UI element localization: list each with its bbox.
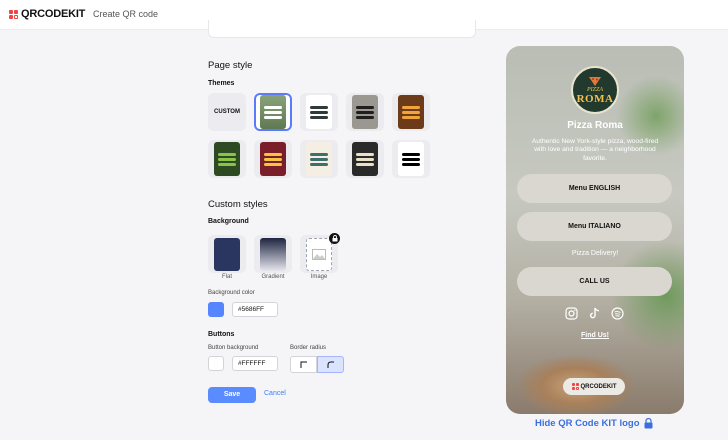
background-image-option[interactable] xyxy=(300,233,340,273)
qr-logo-icon xyxy=(9,9,18,19)
restaurant-logo: PIZZA ROMA xyxy=(571,66,619,114)
theme-thumbnail xyxy=(260,95,286,129)
lock-icon xyxy=(644,418,652,429)
theme-4[interactable] xyxy=(392,93,430,131)
logo-big-text: ROMA xyxy=(576,92,614,105)
theme-thumbnail xyxy=(260,142,286,176)
tiktok-icon[interactable] xyxy=(587,306,602,321)
footer-logo-text: QRCODEKIT xyxy=(580,383,617,390)
background-color-input[interactable]: #5686FF xyxy=(232,302,278,317)
preview-description: Authentic New York-style pizza, wood-fir… xyxy=(531,138,659,162)
theme-thumbnail xyxy=(306,142,332,176)
background-color-label: Background color xyxy=(208,290,255,296)
background-color-swatch[interactable] xyxy=(208,302,224,317)
theme-custom-label: CUSTOM xyxy=(214,109,240,115)
custom-styles-title: Custom styles xyxy=(208,199,268,210)
button-background-swatch[interactable] xyxy=(208,356,224,371)
call-us-button[interactable]: CALL US xyxy=(517,267,672,296)
menu-english-button[interactable]: Menu ENGLISH xyxy=(517,174,672,203)
border-radius-label: Border radius xyxy=(290,345,327,351)
rounded-corner-icon xyxy=(327,361,334,368)
themes-label: Themes xyxy=(208,80,235,87)
lock-icon xyxy=(329,233,340,244)
theme-2[interactable] xyxy=(300,93,338,131)
theme-1[interactable] xyxy=(254,93,292,131)
background-flat-label: Flat xyxy=(221,274,232,280)
theme-thumbnail xyxy=(398,95,424,129)
image-placeholder xyxy=(306,237,332,271)
theme-thumbnail xyxy=(352,95,378,129)
delivery-text: Pizza Delivery! xyxy=(571,250,619,257)
mobile-preview: PIZZA ROMA Pizza Roma Authentic New York… xyxy=(506,46,684,414)
button-background-label: Button background xyxy=(208,345,259,351)
app-logo[interactable]: QRCODEKIT xyxy=(9,8,85,20)
flat-swatch xyxy=(214,237,240,271)
preview-title: Pizza Roma xyxy=(567,120,623,131)
theme-custom[interactable]: CUSTOM xyxy=(208,93,246,131)
qr-logo-icon xyxy=(571,383,579,390)
theme-8[interactable] xyxy=(346,140,384,178)
page-style-title: Page style xyxy=(208,60,253,71)
footer-logo-pill: QRCODEKIT xyxy=(563,378,625,395)
theme-5[interactable] xyxy=(208,140,246,178)
hide-logo-text: Hide QR Code KIT logo xyxy=(535,418,640,429)
background-image-label: Image xyxy=(310,274,328,280)
previous-input-field[interactable] xyxy=(208,20,476,38)
border-radius-rounded[interactable] xyxy=(317,356,344,373)
menu-italiano-button[interactable]: Menu ITALIANO xyxy=(517,212,672,241)
background-gradient-option[interactable] xyxy=(254,235,292,273)
buttons-label: Buttons xyxy=(208,331,235,338)
theme-thumbnail xyxy=(214,142,240,176)
instagram-icon[interactable] xyxy=(564,306,579,321)
hide-logo-link[interactable]: Hide QR Code KIT logo xyxy=(535,418,653,429)
image-icon xyxy=(312,248,326,260)
background-gradient-label: Gradient xyxy=(261,274,285,280)
cancel-link[interactable]: Cancel xyxy=(264,390,286,397)
square-corner-icon xyxy=(300,361,307,368)
social-links xyxy=(564,306,625,321)
pizza-slice-icon xyxy=(589,76,601,86)
theme-6[interactable] xyxy=(254,140,292,178)
button-background-input[interactable]: #FFFFFF xyxy=(232,356,278,371)
border-radius-square[interactable] xyxy=(290,356,317,373)
background-label: Background xyxy=(208,218,249,225)
theme-thumbnail xyxy=(398,142,424,176)
background-flat-option[interactable] xyxy=(208,235,246,273)
logo-text: QRCODEKIT xyxy=(21,8,86,20)
save-button[interactable]: Save xyxy=(208,387,256,403)
theme-thumbnail xyxy=(306,95,332,129)
find-us-link[interactable]: Find Us! xyxy=(506,332,684,339)
theme-9[interactable] xyxy=(392,140,430,178)
breadcrumb: Create QR code xyxy=(93,9,159,19)
gradient-swatch xyxy=(260,237,286,271)
theme-7[interactable] xyxy=(300,140,338,178)
spotify-icon[interactable] xyxy=(610,306,625,321)
theme-thumbnail xyxy=(352,142,378,176)
theme-3[interactable] xyxy=(346,93,384,131)
